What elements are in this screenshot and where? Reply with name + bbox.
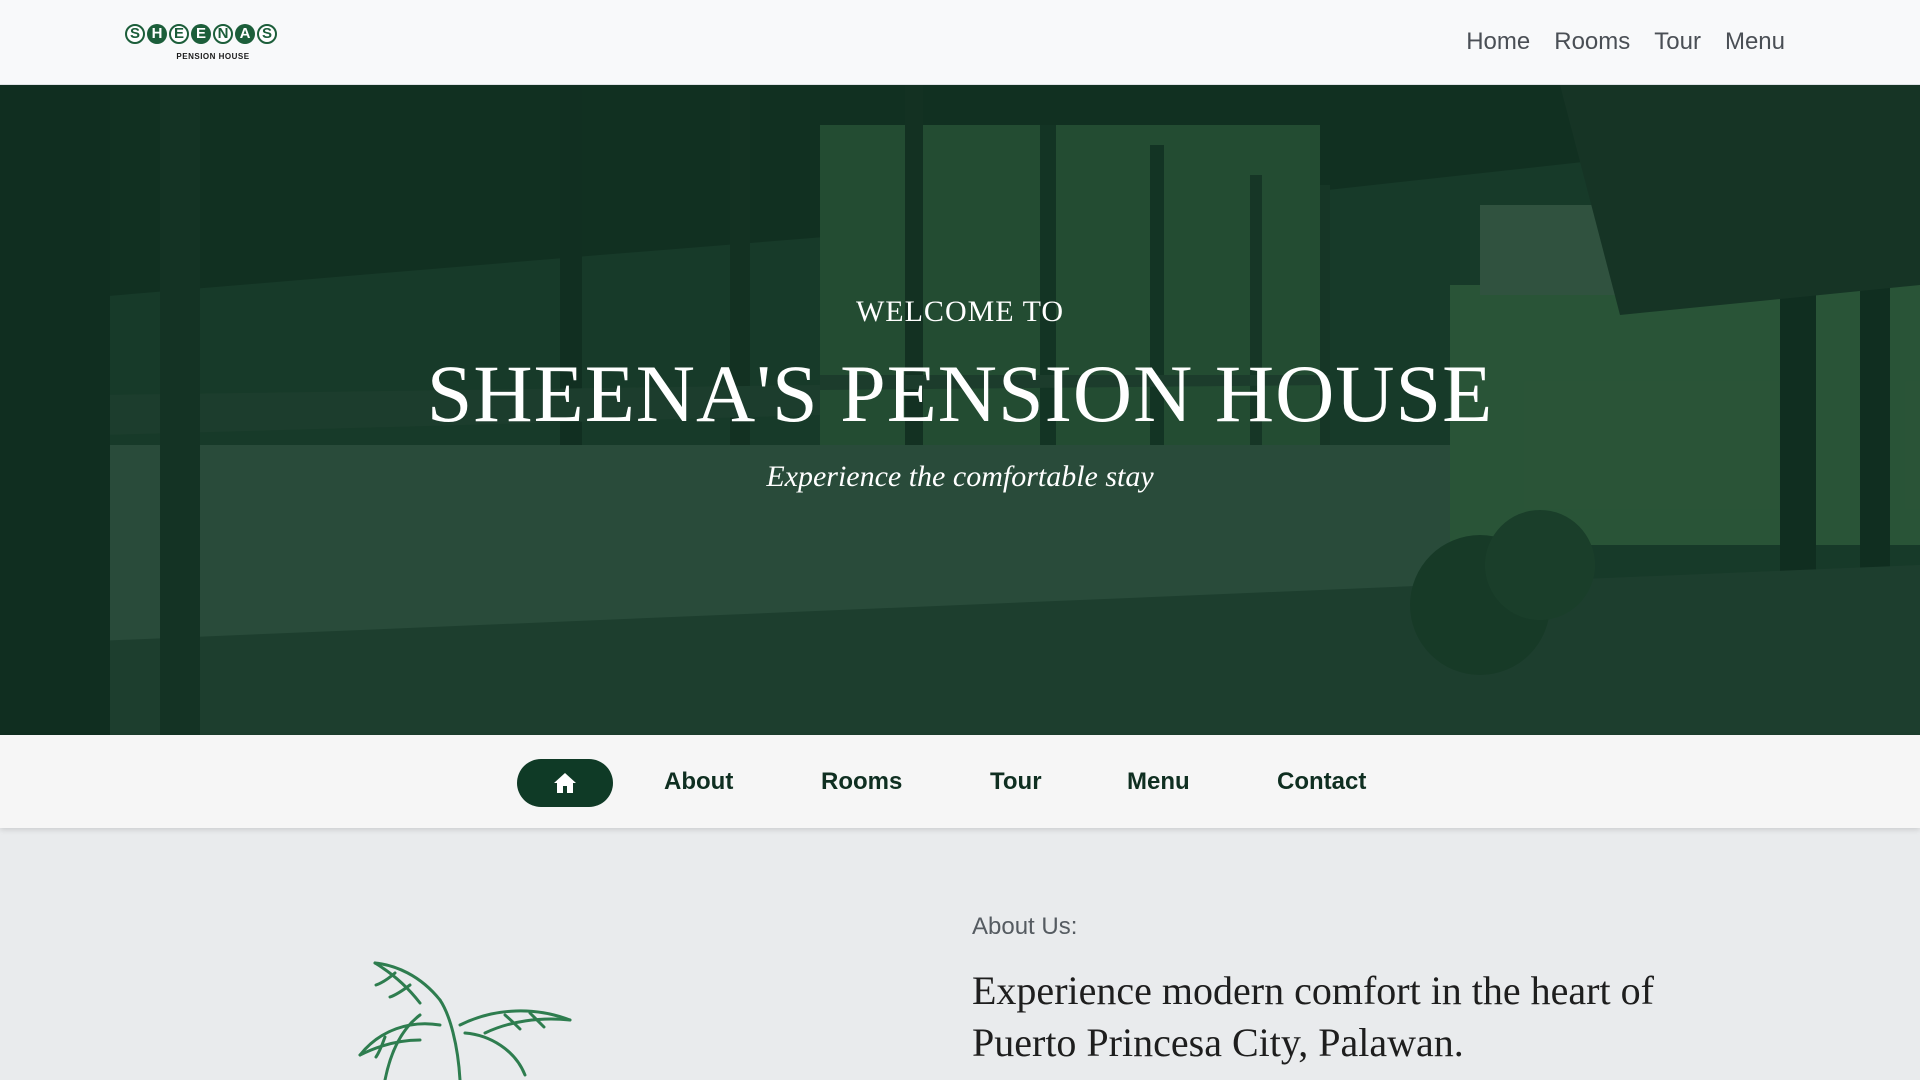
top-nav-menu[interactable]: Menu <box>1725 28 1785 56</box>
hero-subtitle: Experience the comfortable stay <box>766 460 1154 493</box>
top-nav-home[interactable]: Home <box>1466 28 1530 56</box>
brand-logo[interactable]: S H E E N A S PENSION HOUSE <box>125 24 301 64</box>
logo-letter: H <box>147 24 167 44</box>
section-nav-rooms[interactable]: Rooms <box>821 768 902 796</box>
top-nav-rooms[interactable]: Rooms <box>1554 28 1630 56</box>
section-nav-tour[interactable]: Tour <box>990 768 1042 796</box>
logo-letter: S <box>125 24 145 44</box>
hero-welcome-text: WELCOME TO <box>855 295 1065 328</box>
section-nav-contact[interactable]: Contact <box>1277 768 1366 796</box>
section-nav-home-button[interactable] <box>517 759 613 807</box>
about-label: About Us: <box>972 913 1078 940</box>
logo-subtitle: PENSION HOUSE <box>176 52 250 61</box>
top-navbar: S H E E N A S PENSION HOUSE Home Rooms T… <box>0 0 1920 85</box>
top-nav-tour[interactable]: Tour <box>1654 28 1701 56</box>
section-nav: About Rooms Tour Menu Contact <box>0 735 1920 828</box>
palm-tree-icon <box>358 961 572 1080</box>
hero-banner: WELCOME TO SHEENA'S PENSION HOUSE Experi… <box>0 85 1920 735</box>
section-nav-about[interactable]: About <box>664 768 733 796</box>
hero-title: SHEENA'S PENSION HOUSE <box>426 348 1494 439</box>
logo-letter: N <box>213 24 233 44</box>
about-heading: Experience modern comfort in the heart o… <box>972 968 1654 1065</box>
logo-letter: S <box>257 24 277 44</box>
home-icon <box>554 773 576 793</box>
top-nav-links: Home Rooms Tour Menu <box>1466 28 1785 56</box>
logo-letter: E <box>169 24 189 44</box>
logo-letter: E <box>191 24 211 44</box>
logo-letter: A <box>235 24 255 44</box>
section-nav-menu[interactable]: Menu <box>1127 768 1190 796</box>
logo-letters: S H E E N A S <box>125 24 301 44</box>
